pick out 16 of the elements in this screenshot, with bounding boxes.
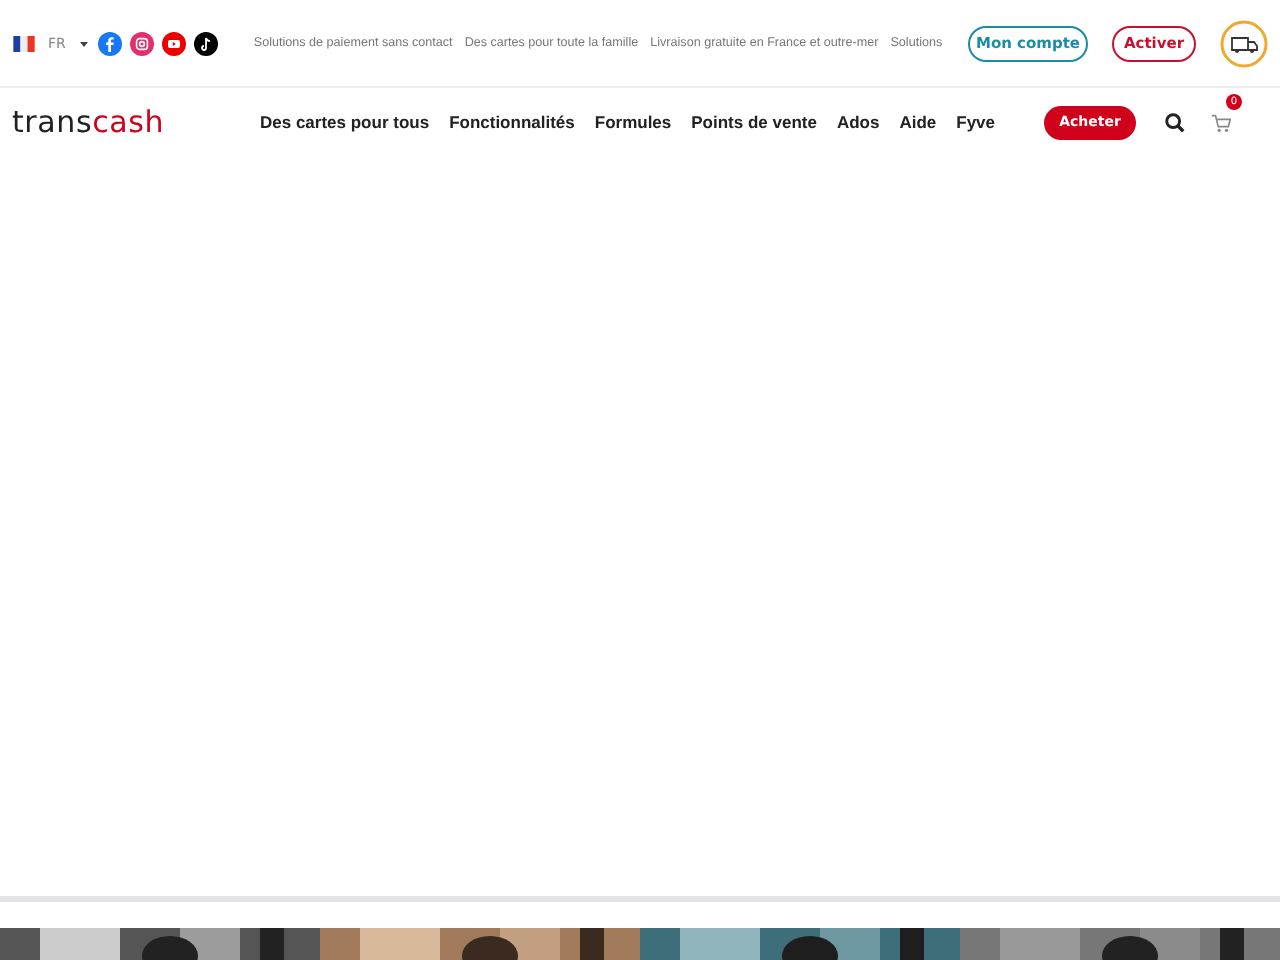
- france-flag-icon[interactable]: [12, 35, 36, 51]
- facebook-icon[interactable]: [97, 31, 122, 55]
- youtube-icon[interactable]: [161, 31, 186, 55]
- nav-link[interactable]: Des cartes pour tous: [260, 112, 430, 132]
- truck-icon[interactable]: [1220, 19, 1268, 67]
- nav-link[interactable]: Fonctionnalités: [449, 112, 575, 132]
- nav-link[interactable]: Ados: [836, 112, 880, 132]
- logo[interactable]: transcash: [12, 104, 252, 140]
- music-note-icon[interactable]: [193, 31, 218, 55]
- nav-link[interactable]: Points de vente: [691, 112, 817, 132]
- nav-link[interactable]: Aide: [899, 112, 937, 132]
- cart-icon[interactable]: [1210, 111, 1232, 133]
- nav-link[interactable]: Fyve: [956, 112, 996, 132]
- search-icon[interactable]: [1164, 111, 1186, 133]
- nav-link[interactable]: Formules: [594, 112, 672, 132]
- instagram-icon[interactable]: [129, 31, 154, 55]
